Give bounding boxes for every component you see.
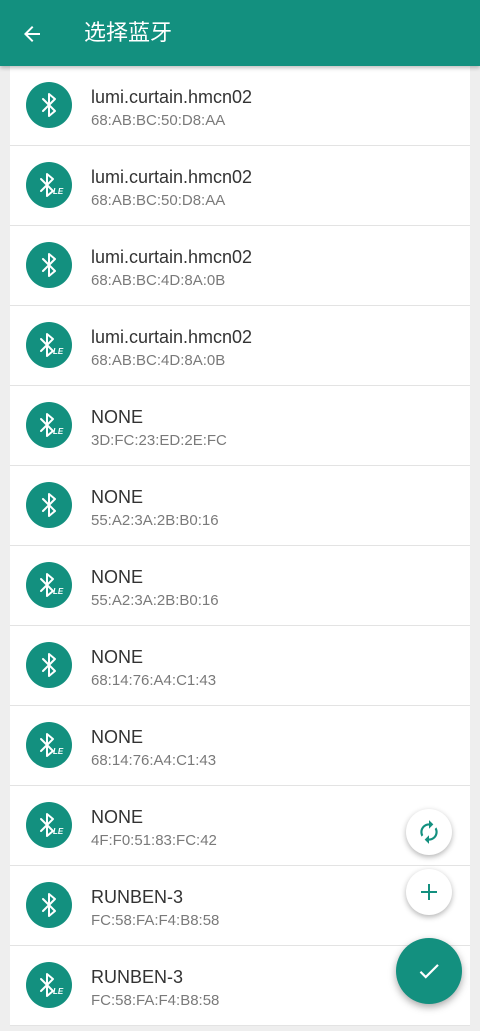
device-name: NONE xyxy=(91,807,144,827)
le-badge: LE xyxy=(53,827,64,836)
arrow-left-icon xyxy=(24,26,40,42)
device-list-item[interactable]: LE NONE 68:14:76:A4:C1:43 xyxy=(10,706,470,786)
device-address: 68:AB:BC:50:D8:AA xyxy=(91,112,226,129)
device-name: NONE xyxy=(91,567,144,587)
device-address: FC:58:FA:F4:B8:58 xyxy=(91,992,220,1009)
device-address: 68:AB:BC:50:D8:AA xyxy=(91,192,226,209)
bluetooth-icon: LE xyxy=(26,962,72,1008)
device-address: 3D:FC:23:ED:2E:FC xyxy=(91,432,227,449)
device-list-item[interactable]: LE NONE 3D:FC:23:ED:2E:FC xyxy=(10,386,470,466)
le-badge: LE xyxy=(53,987,64,996)
device-name: lumi.curtain.hmcn02 xyxy=(91,167,253,187)
device-list: lumi.curtain.hmcn02 68:AB:BC:50:D8:AA LE lu… xyxy=(10,66,470,1026)
bluetooth-icon: LE xyxy=(26,802,72,848)
le-badge: LE xyxy=(53,587,64,596)
device-list-item[interactable]: LE lumi.curtain.hmcn02 68:AB:BC:4D:8A:0B xyxy=(10,306,470,386)
bluetooth-icon: LE xyxy=(26,162,72,208)
device-address: 68:14:76:A4:C1:43 xyxy=(91,752,217,769)
le-badge: LE xyxy=(53,187,64,196)
add-button[interactable] xyxy=(406,869,452,915)
plus-icon xyxy=(421,884,437,900)
refresh-icon xyxy=(420,820,438,844)
device-name: NONE xyxy=(91,727,144,747)
device-name: NONE xyxy=(91,407,144,427)
device-list-item[interactable]: RUNBEN-3 FC:58:FA:F4:B8:58 xyxy=(10,866,470,946)
device-list-item[interactable]: LE lumi.curtain.hmcn02 68:AB:BC:50:D8:AA xyxy=(10,146,470,226)
check-icon xyxy=(419,964,439,979)
device-list-item[interactable]: LE NONE 4F:F0:51:83:FC:42 xyxy=(10,786,470,866)
le-badge: LE xyxy=(53,347,64,356)
device-name: NONE xyxy=(91,487,144,507)
device-address: 68:AB:BC:4D:8A:0B xyxy=(91,352,226,369)
le-badge: LE xyxy=(53,747,64,756)
bluetooth-icon xyxy=(26,482,72,528)
device-name: lumi.curtain.hmcn02 xyxy=(91,247,253,267)
bluetooth-icon: LE xyxy=(26,722,72,768)
device-list-item[interactable]: LE NONE 55:A2:3A:2B:B0:16 xyxy=(10,546,470,626)
device-list-item[interactable]: NONE 55:A2:3A:2B:B0:16 xyxy=(10,466,470,546)
le-badge: LE xyxy=(53,427,64,436)
bluetooth-icon xyxy=(26,242,72,288)
refresh-button[interactable] xyxy=(406,809,452,855)
device-address: 55:A2:3A:2B:B0:16 xyxy=(91,512,219,529)
device-address: 55:A2:3A:2B:B0:16 xyxy=(91,592,219,609)
app-bar: 选择蓝牙 xyxy=(0,0,480,66)
device-address: 68:14:76:A4:C1:43 xyxy=(91,672,217,689)
bluetooth-icon: LE xyxy=(26,402,72,448)
bluetooth-icon: LE xyxy=(26,562,72,608)
device-name: RUNBEN-3 xyxy=(91,887,184,907)
device-list-item[interactable]: lumi.curtain.hmcn02 68:AB:BC:50:D8:AA xyxy=(10,66,470,146)
page-title: 选择蓝牙 xyxy=(84,21,173,46)
device-name: lumi.curtain.hmcn02 xyxy=(91,327,253,347)
confirm-button[interactable] xyxy=(396,938,462,1004)
device-name: RUNBEN-3 xyxy=(91,967,184,987)
device-list-item[interactable]: lumi.curtain.hmcn02 68:AB:BC:4D:8A:0B xyxy=(10,226,470,306)
device-list-item[interactable]: NONE 68:14:76:A4:C1:43 xyxy=(10,626,470,706)
bluetooth-icon: LE xyxy=(26,322,72,368)
device-address: FC:58:FA:F4:B8:58 xyxy=(91,912,220,929)
back-button[interactable] xyxy=(14,16,50,52)
device-address: 68:AB:BC:4D:8A:0B xyxy=(91,272,226,289)
device-name: NONE xyxy=(91,647,144,667)
device-address: 4F:F0:51:83:FC:42 xyxy=(91,832,217,849)
bluetooth-icon xyxy=(26,642,72,688)
bluetooth-icon xyxy=(26,882,72,928)
bluetooth-icon xyxy=(26,82,72,128)
device-name: lumi.curtain.hmcn02 xyxy=(91,87,253,107)
